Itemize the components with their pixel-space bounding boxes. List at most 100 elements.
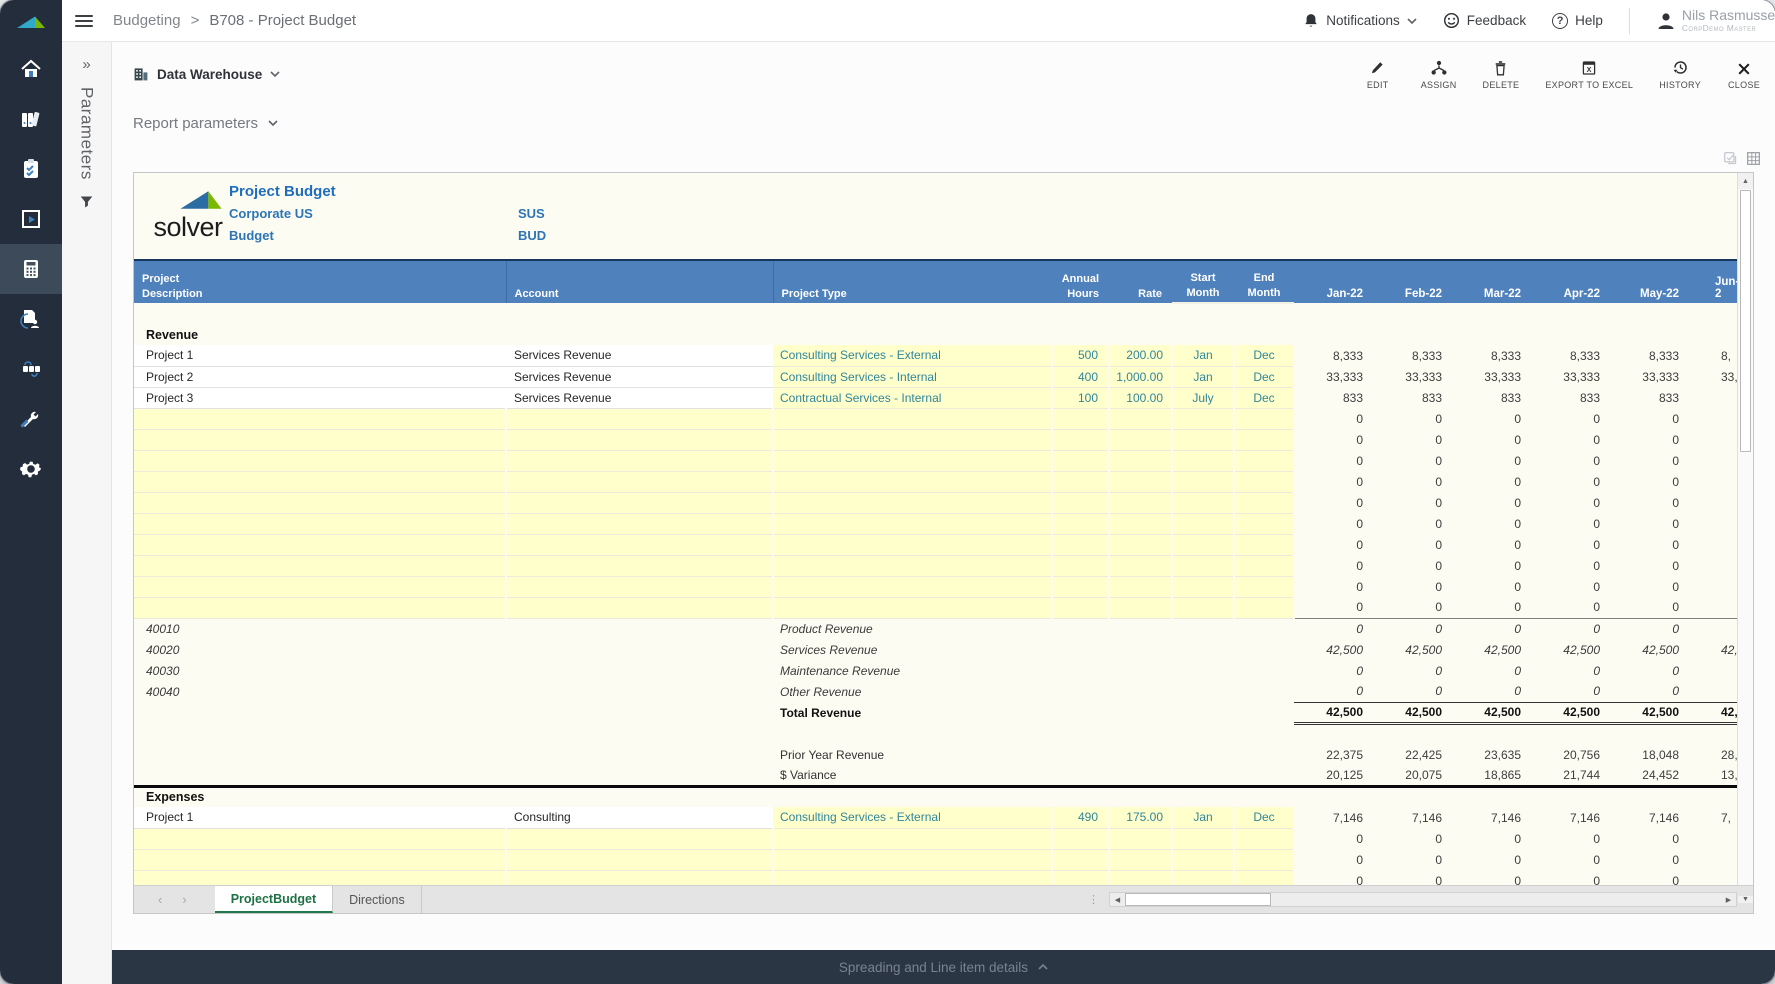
column-header-desc[interactable]: ProjectDescription — [134, 260, 506, 303]
sidebar-item-workflow[interactable] — [0, 344, 62, 394]
history-icon — [1672, 58, 1689, 76]
sheet-tab-bar: ‹ › ProjectBudgetDirections ⋮ ◀ ▶ ▼ — [134, 885, 1753, 913]
solver-logo-text: solver — [146, 216, 230, 238]
bell-icon — [1303, 12, 1319, 29]
user-avatar-icon — [1656, 11, 1676, 31]
calculator-icon — [18, 257, 44, 281]
top-bar: Budgeting > B708 - Project Budget Notifi… — [62, 0, 1775, 42]
solver-logo-triangle-icon — [178, 189, 224, 211]
multi-select-icon[interactable] — [1723, 151, 1738, 166]
sidebar-item-budgeting[interactable] — [0, 244, 62, 294]
grid-row-empty: 00000 — [134, 576, 1737, 597]
column-header-rate[interactable]: Rate — [1109, 260, 1172, 303]
splitter-handle[interactable]: ⋮ — [1088, 893, 1099, 906]
grid-row-total: Total Revenue42,50042,50042,50042,50042,… — [134, 702, 1737, 723]
grid-row-empty: 00000 — [134, 471, 1737, 492]
sidebar-item-admin-tools[interactable] — [0, 394, 62, 444]
column-header-month-5[interactable]: Jun-2 — [1689, 260, 1737, 303]
report-parameters-label: Report parameters — [133, 115, 258, 132]
breadcrumb-separator: > — [191, 12, 200, 29]
feedback-button[interactable]: Feedback — [1443, 12, 1526, 29]
horizontal-scrollbar[interactable]: ◀ ▶ — [1109, 892, 1737, 907]
column-header-month-3[interactable]: Apr-22 — [1531, 260, 1610, 303]
report-title: Project Budget — [229, 183, 336, 200]
sidebar-item-home[interactable] — [0, 44, 62, 94]
menu-icon[interactable] — [75, 12, 93, 30]
column-header-type[interactable]: Project Type — [773, 260, 1052, 303]
notifications-label: Notifications — [1326, 13, 1400, 28]
column-header-month-0[interactable]: Jan-22 — [1294, 260, 1373, 303]
breadcrumb-section[interactable]: Budgeting — [113, 12, 181, 29]
vertical-scrollbar[interactable]: ▲ — [1737, 173, 1753, 885]
history-button[interactable]: HISTORY — [1659, 58, 1701, 90]
parameters-rail: » Parameters — [62, 42, 112, 984]
grid-row-empty: 00000 — [134, 849, 1737, 870]
sidebar-item-assignments[interactable] — [0, 294, 62, 344]
column-header-month-4[interactable]: May-22 — [1610, 260, 1689, 303]
tools-icon — [18, 407, 44, 431]
toolbar-actions: EDIT ASSIGN DELETE XEXPORT TO EXCEL HISTORY C… — [1361, 58, 1761, 90]
grid-row-section: Expenses — [134, 786, 1737, 807]
grid-view-options — [112, 146, 1775, 170]
sidebar-item-library[interactable] — [0, 94, 62, 144]
binders-icon — [18, 107, 44, 131]
report-parameters-toggle[interactable]: Report parameters — [112, 100, 1775, 146]
sheet-tab-projectbudget[interactable]: ProjectBudget — [215, 886, 333, 913]
grid-header: ProjectDescription Account Project TypeA… — [134, 260, 1737, 303]
tab-scroll-left-icon[interactable]: ‹ — [158, 892, 162, 907]
sidebar-item-tasks[interactable] — [0, 144, 62, 194]
column-header-start[interactable]: StartMonth — [1172, 260, 1234, 303]
edit-button[interactable]: EDIT — [1361, 58, 1395, 90]
notifications-button[interactable]: Notifications — [1303, 12, 1417, 29]
scroll-left-icon[interactable]: ◀ — [1110, 893, 1125, 906]
sidebar-item-reports[interactable] — [0, 194, 62, 244]
expand-parameters-icon[interactable]: » — [82, 56, 90, 73]
tab-scroll-right-icon[interactable]: › — [182, 892, 186, 907]
data-source-select[interactable]: Data Warehouse — [133, 66, 280, 82]
user-menu[interactable]: Nils Rasmussen CorpDemo Master — [1656, 8, 1775, 33]
home-icon — [18, 57, 44, 81]
grid-row-blank — [134, 303, 1737, 324]
breadcrumb: Budgeting > B708 - Project Budget — [113, 12, 356, 29]
grid-row-empty: 00000 — [134, 870, 1737, 885]
grid-row-blank — [134, 723, 1737, 744]
horizontal-scroll-thumb[interactable] — [1125, 893, 1271, 906]
report-scenario-code: BUD — [518, 228, 546, 243]
close-icon — [1737, 58, 1751, 76]
user-role: CorpDemo Master — [1682, 23, 1775, 33]
help-button[interactable]: ? Help — [1552, 13, 1603, 29]
parameters-rail-label[interactable]: Parameters — [77, 87, 97, 180]
column-header-month-2[interactable]: Mar-22 — [1452, 260, 1531, 303]
close-button[interactable]: CLOSE — [1727, 58, 1761, 90]
grid-view-icon[interactable] — [1746, 151, 1761, 166]
main-sidebar — [0, 0, 62, 984]
scroll-down-icon[interactable]: ▼ — [1737, 896, 1753, 903]
grid-row-empty: 00000 — [134, 450, 1737, 471]
column-header-month-1[interactable]: Feb-22 — [1373, 260, 1452, 303]
column-header-end[interactable]: EndMonth — [1234, 260, 1294, 303]
export-to-excel-button[interactable]: XEXPORT TO EXCEL — [1545, 58, 1633, 90]
sheet-tabs: ProjectBudgetDirections — [215, 886, 422, 913]
feedback-label: Feedback — [1467, 13, 1526, 28]
vertical-scroll-thumb[interactable] — [1740, 190, 1751, 452]
sidebar-item-settings[interactable] — [0, 444, 62, 494]
grid-row-acct: 40040Other Revenue00000 — [134, 681, 1737, 702]
budget-grid[interactable]: ProjectDescription Account Project TypeA… — [134, 259, 1737, 885]
spreading-panel-toggle[interactable]: Spreading and Line item details — [112, 950, 1775, 984]
filter-icon[interactable] — [79, 194, 94, 209]
grid-row-section: Revenue — [134, 324, 1737, 345]
scroll-right-icon[interactable]: ▶ — [1721, 893, 1736, 906]
assign-button[interactable]: ASSIGN — [1421, 58, 1457, 90]
chevron-up-icon — [1038, 963, 1048, 971]
delete-button[interactable]: DELETE — [1483, 58, 1520, 90]
column-header-account[interactable]: Account — [506, 260, 773, 303]
column-header-hours[interactable]: AnnualHours — [1052, 260, 1109, 303]
sheet-tab-directions[interactable]: Directions — [333, 886, 422, 913]
scroll-up-icon[interactable]: ▲ — [1738, 173, 1753, 189]
report-toolbar: Data Warehouse EDIT ASSIGN DELETE XEXPORT T… — [112, 42, 1775, 100]
report-scenario: Budget — [229, 228, 274, 243]
delete-icon — [1493, 58, 1508, 76]
grid-row-acct: 40010Product Revenue00000 — [134, 618, 1737, 639]
report-entity-code: SUS — [518, 206, 545, 221]
grid-row-empty: 00000 — [134, 555, 1737, 576]
